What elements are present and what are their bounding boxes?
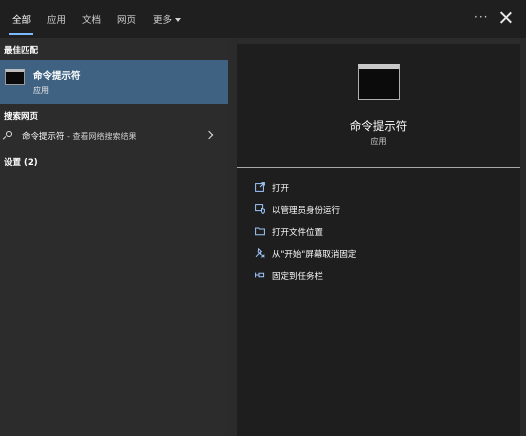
- action-pin-taskbar-label: 固定到任务栏: [272, 272, 324, 282]
- search-web-heading: 搜索网页: [4, 112, 39, 122]
- settings-heading[interactable]: 设置 (2): [4, 156, 38, 168]
- tab-bar: 全部 应用 文档 网页 更多 ···: [0, 0, 526, 38]
- open-icon: [255, 182, 265, 192]
- action-unpin-start-label: 从"开始"屏幕取消固定: [272, 250, 357, 260]
- results-panel: 最佳匹配 命令提示符 应用 搜索网页 命令提示符 - 查看网络搜索结果 设置 (…: [0, 38, 228, 436]
- action-run-as-admin[interactable]: 以管理员身份运行: [237, 200, 520, 220]
- best-match-subtitle: 应用: [33, 86, 49, 95]
- chevron-down-icon: [175, 18, 182, 22]
- divider: [237, 167, 520, 168]
- tab-more[interactable]: 更多: [153, 12, 182, 26]
- unpin-icon: [255, 248, 265, 258]
- action-pin-taskbar[interactable]: 固定到任务栏: [237, 266, 520, 286]
- action-open-file-location[interactable]: 打开文件位置: [237, 222, 520, 242]
- tab-web[interactable]: 网页: [117, 12, 136, 26]
- search-window: 全部 应用 文档 网页 更多 ··· 最佳匹配 命令提示符 应用 搜索网页 命令…: [0, 0, 526, 436]
- chevron-right-icon[interactable]: [204, 130, 214, 140]
- terminal-icon: [5, 69, 25, 85]
- close-icon[interactable]: [497, 9, 515, 27]
- tab-all[interactable]: 全部: [12, 12, 31, 26]
- action-open[interactable]: 打开: [237, 178, 520, 198]
- tab-documents[interactable]: 文档: [82, 12, 101, 26]
- tab-more-label: 更多: [153, 15, 173, 26]
- web-search-suffix: - 查看网络搜索结果: [64, 132, 137, 141]
- search-icon: [4, 131, 12, 139]
- best-match-heading: 最佳匹配: [4, 46, 39, 56]
- web-search-text: 命令提示符 - 查看网络搜索结果: [22, 130, 137, 142]
- pin-taskbar-icon: [255, 270, 265, 280]
- action-open-file-location-label: 打开文件位置: [272, 228, 324, 238]
- web-search-query: 命令提示符: [22, 132, 65, 142]
- shield-admin-icon: [255, 204, 265, 214]
- detail-panel: 命令提示符 应用 打开 以管理员身份运行 打开文件位置 从"开始"屏幕取消固定 …: [237, 44, 520, 436]
- tab-apps[interactable]: 应用: [47, 12, 66, 26]
- detail-title: 命令提示符: [349, 119, 408, 133]
- action-open-label: 打开: [272, 184, 290, 194]
- detail-subtitle: 应用: [370, 137, 387, 146]
- best-match-item[interactable]: 命令提示符 应用: [0, 60, 228, 104]
- active-tab-indicator: [9, 33, 33, 35]
- best-match-title: 命令提示符: [33, 71, 81, 82]
- terminal-icon: [358, 64, 400, 100]
- action-run-as-admin-label: 以管理员身份运行: [272, 206, 341, 216]
- folder-icon: [255, 226, 265, 236]
- web-search-item[interactable]: 命令提示符 - 查看网络搜索结果: [0, 126, 228, 148]
- action-unpin-start[interactable]: 从"开始"屏幕取消固定: [237, 244, 520, 264]
- more-options-icon[interactable]: ···: [474, 10, 488, 24]
